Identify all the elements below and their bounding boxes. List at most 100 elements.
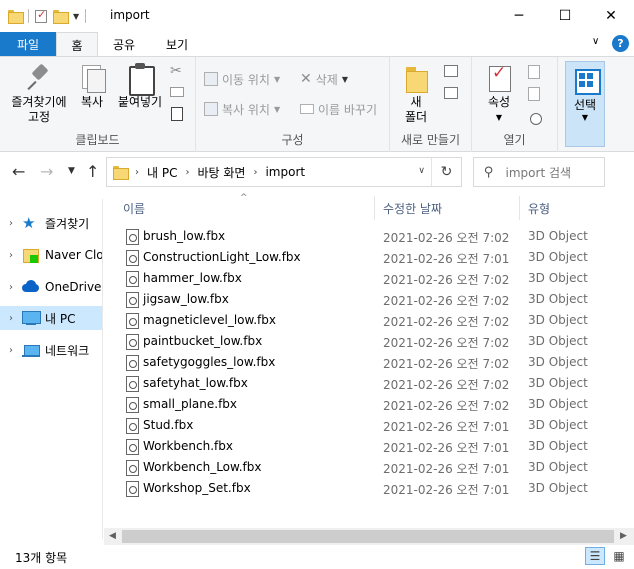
move-to-button[interactable]: 이동 위치 ▼ (204, 69, 280, 89)
details-view-icon[interactable]: ☰ (585, 547, 605, 565)
table-row[interactable]: hammer_low.fbx 2021-02-26 오전 7:02 3D Objec… (120, 268, 620, 289)
onedrive-icon (22, 279, 40, 295)
table-row[interactable]: safetygoggles_low.fbx 2021-02-26 오전 7:02 3… (120, 352, 620, 373)
file-type: 3D Object (528, 460, 588, 474)
forward-arrow-icon[interactable]: → (40, 162, 53, 181)
table-row[interactable]: Workbench.fbx 2021-02-26 오전 7:01 3D Object (120, 436, 620, 457)
ribbon: 즐겨찾기에 고정 복사 붙여넣기 ✂ 클립보드 이동 위치 ▼ 복사 위치 ▼ … (0, 56, 634, 152)
column-divider[interactable] (374, 196, 375, 220)
file-date: 2021-02-26 오전 7:02 (383, 231, 510, 245)
file-name: magneticlevel_low.fbx (143, 313, 276, 327)
move-to-label: 이동 위치 (222, 72, 270, 87)
file-type: 3D Object (528, 334, 588, 348)
table-row[interactable]: Workbench_Low.fbx 2021-02-26 오전 7:01 3D Ob… (120, 457, 620, 478)
table-row[interactable]: Stud.fbx 2021-02-26 오전 7:01 3D Object (120, 415, 620, 436)
properties-button[interactable]: 속성 ▼ (478, 63, 520, 125)
column-header-date[interactable]: 수정한 날짜 (383, 196, 442, 220)
open-group-label: 열기 (503, 133, 526, 147)
table-row[interactable]: brush_low.fbx 2021-02-26 오전 7:02 3D Object (120, 226, 620, 247)
column-divider[interactable] (519, 196, 520, 220)
scroll-right-arrow-icon[interactable]: ▶ (620, 531, 627, 541)
expand-chevron-icon[interactable]: › (0, 250, 22, 261)
expand-chevron-icon[interactable]: › (0, 218, 22, 229)
rename-button[interactable]: 이름 바꾸기 (300, 99, 377, 119)
new-folder-button[interactable]: 새 폴더 (396, 63, 436, 125)
easy-access-icon[interactable] (444, 87, 458, 99)
nav-item-network[interactable]: › 네트워크 (0, 338, 102, 362)
3d-object-file-icon (126, 292, 139, 308)
tab-share[interactable]: 공유 (100, 32, 148, 57)
nav-item-onedrive[interactable]: › OneDrive (0, 275, 102, 299)
tab-file[interactable]: 파일 (0, 32, 56, 57)
copy-to-button[interactable]: 복사 위치 ▼ (204, 99, 280, 119)
nav-item-label: 네트워크 (45, 343, 90, 358)
breadcrumb-separator-icon[interactable]: › (253, 167, 257, 178)
tab-home[interactable]: 홈 (56, 32, 98, 58)
address-bar[interactable]: › 내 PC › 바탕 화면 › import ∨ ↻ (106, 157, 462, 187)
properties-icon[interactable] (35, 8, 47, 23)
help-icon[interactable]: ? (612, 35, 629, 52)
breadcrumb-this-pc[interactable]: 내 PC (147, 164, 177, 181)
maximize-button[interactable]: ☐ (542, 0, 588, 31)
breadcrumb-separator-icon[interactable]: › (185, 167, 189, 178)
file-name: Workbench.fbx (143, 439, 233, 453)
copy-path-icon[interactable] (170, 87, 184, 97)
horizontal-scrollbar[interactable]: ◀ ▶ (104, 528, 634, 545)
paste-button[interactable]: 붙여넣기 (114, 63, 166, 110)
minimize-button[interactable]: ─ (496, 0, 542, 31)
column-header-name[interactable]: 이름 (123, 196, 145, 220)
properties-check-icon (483, 63, 515, 93)
close-button[interactable]: ✕ (588, 0, 634, 31)
scrollbar-thumb[interactable] (122, 530, 614, 543)
table-row[interactable]: jigsaw_low.fbx 2021-02-26 오전 7:02 3D Objec… (120, 289, 620, 310)
table-row[interactable]: ConstructionLight_Low.fbx 2021-02-26 오전 7… (120, 247, 620, 268)
tab-view[interactable]: 보기 (150, 32, 204, 57)
3d-object-file-icon (126, 397, 139, 413)
recent-locations-chevron-icon[interactable]: ▼ (68, 166, 75, 176)
expand-chevron-icon[interactable]: › (0, 313, 22, 324)
open-icon[interactable] (528, 65, 540, 79)
file-name: safetyhat_low.fbx (143, 376, 248, 390)
breadcrumb-desktop[interactable]: 바탕 화면 (197, 164, 245, 181)
new-folder-icon[interactable] (53, 10, 69, 24)
3d-object-file-icon (126, 334, 139, 350)
up-arrow-icon[interactable]: ↑ (86, 162, 99, 181)
edit-icon[interactable] (528, 87, 540, 101)
file-type: 3D Object (528, 376, 588, 390)
select-grid-icon (569, 66, 601, 96)
breadcrumb-separator-icon[interactable]: › (135, 167, 139, 178)
refresh-icon[interactable]: ↻ (431, 158, 461, 186)
nav-item-naver-cloud[interactable]: › Naver Cloud (0, 243, 102, 267)
search-input[interactable]: import 검색 (506, 164, 572, 181)
large-icons-view-icon[interactable]: ▦ (609, 547, 629, 565)
expand-chevron-icon[interactable]: › (0, 345, 22, 356)
column-header-type[interactable]: 유형 (528, 196, 550, 220)
search-box[interactable]: ⚲ import 검색 (473, 157, 605, 187)
nav-item-this-pc[interactable]: › 내 PC (0, 306, 102, 330)
table-row[interactable]: small_plane.fbx 2021-02-26 오전 7:02 3D Obje… (120, 394, 620, 415)
address-history-chevron-icon[interactable]: ∨ (418, 166, 425, 176)
copy-button[interactable]: 복사 (74, 63, 110, 110)
new-group-label: 새로 만들기 (400, 133, 460, 147)
collapse-ribbon-chevron-icon[interactable]: ∨ (592, 36, 599, 47)
table-row[interactable]: paintbucket_low.fbx 2021-02-26 오전 7:02 3D … (120, 331, 620, 352)
pin-to-quick-access-button[interactable]: 즐겨찾기에 고정 (4, 63, 74, 125)
table-row[interactable]: magneticlevel_low.fbx 2021-02-26 오전 7:02 3… (120, 310, 620, 331)
breadcrumb-import[interactable]: import (265, 165, 305, 179)
table-row[interactable]: Workshop_Set.fbx 2021-02-26 오전 7:01 3D Obj… (120, 478, 620, 499)
3d-object-file-icon (126, 271, 139, 287)
paste-shortcut-icon[interactable] (171, 107, 183, 121)
expand-chevron-icon[interactable]: › (0, 282, 22, 293)
nav-item-quick-access[interactable]: › ★ 즐겨찾기 (0, 211, 102, 235)
navigation-pane: › ★ 즐겨찾기 › Naver Cloud › OneDrive › 내 PC… (0, 199, 103, 539)
delete-button[interactable]: ✕ 삭제 ▼ (300, 69, 348, 89)
scroll-left-arrow-icon[interactable]: ◀ (109, 531, 116, 541)
cut-icon[interactable]: ✂ (170, 63, 182, 79)
customize-toolbar-chevron-icon[interactable]: ▼ (73, 12, 79, 21)
new-item-icon[interactable] (444, 65, 458, 77)
table-row[interactable]: safetyhat_low.fbx 2021-02-26 오전 7:02 3D Ob… (120, 373, 620, 394)
select-button[interactable]: 선택 ▼ (565, 61, 605, 147)
new-folder-icon (400, 63, 432, 93)
history-icon[interactable] (530, 113, 542, 125)
back-arrow-icon[interactable]: ← (12, 162, 25, 181)
